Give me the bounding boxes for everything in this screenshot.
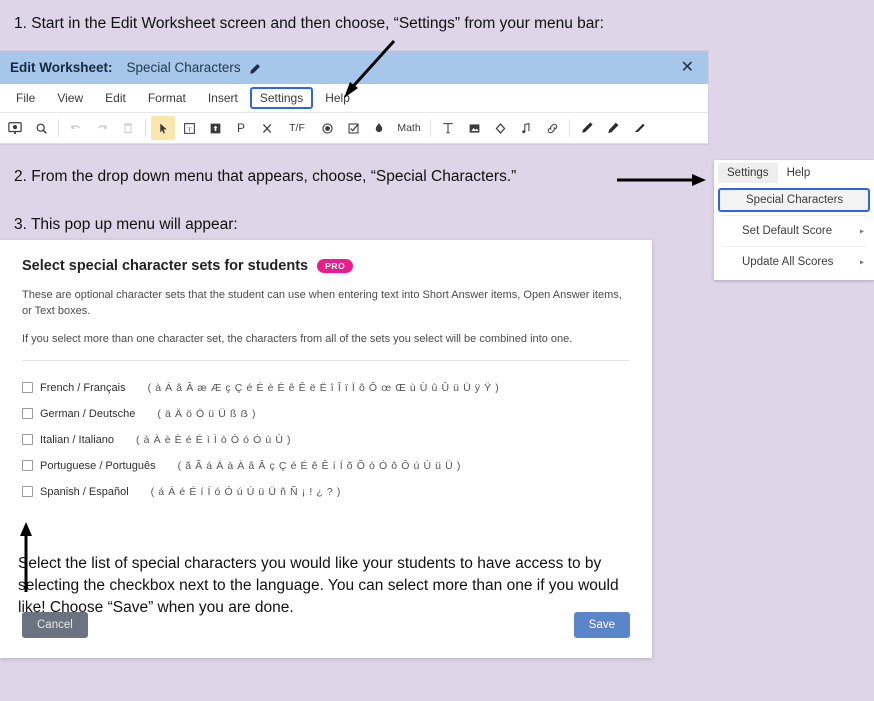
language-row-spanish[interactable]: Spanish / Español ( á Á é É í Í ó Ó ú Ú … (22, 479, 630, 505)
worksheet-name: Special Characters (126, 60, 241, 75)
menu-item-help[interactable]: Help (315, 87, 360, 109)
language-label: French / Français (40, 381, 126, 394)
menu-item-file[interactable]: File (6, 87, 45, 109)
dropdown-tab-help[interactable]: Help (778, 163, 820, 183)
instruction-step-1: 1. Start in the Edit Worksheet screen an… (14, 15, 604, 32)
menu-item-view[interactable]: View (47, 87, 93, 109)
instruction-step-2: 2. From the drop down menu that appears,… (14, 168, 517, 185)
text-tool-icon[interactable] (436, 116, 460, 140)
language-row-french[interactable]: French / Français ( à À â Â æ Æ ç Ç é É … (22, 375, 630, 401)
language-row-italian[interactable]: Italian / Italiano ( à À è È é É ì Ì ò Ò… (22, 427, 630, 453)
checkbox-german[interactable] (22, 408, 33, 420)
toolbar-divider (58, 119, 59, 137)
modal-paragraph-1: These are optional character sets that t… (22, 289, 622, 317)
instruction-step-3: 3. This pop up menu will appear: (14, 216, 238, 233)
pro-badge: PRO (317, 258, 354, 274)
language-row-german[interactable]: German / Deutsche ( ä Ä ö Ö ü Ü ß ẞ ) (22, 401, 630, 427)
dropdown-item-update-all-scores[interactable]: Update All Scores ▸ (714, 250, 874, 274)
chevron-right-icon: ▸ (859, 257, 864, 267)
menu-item-insert[interactable]: Insert (198, 87, 248, 109)
dropdown-tab-settings[interactable]: Settings (718, 162, 778, 183)
screen-present-icon[interactable] (3, 116, 27, 140)
language-label: Portuguese / Português (40, 459, 156, 472)
chevron-right-icon: ▸ (859, 226, 864, 236)
dropdown-item-list: Special Characters Set Default Score ▸ U… (714, 185, 874, 280)
eraser-icon[interactable] (627, 116, 651, 140)
cursor-select-icon[interactable] (151, 116, 175, 140)
picture-icon[interactable] (462, 116, 486, 140)
shape-icon[interactable] (488, 116, 512, 140)
menu-item-edit[interactable]: Edit (95, 87, 136, 109)
menu-item-format[interactable]: Format (138, 87, 196, 109)
text-box-icon[interactable]: T (177, 116, 201, 140)
zoom-search-icon[interactable] (29, 116, 53, 140)
dropdown-item-set-default-score[interactable]: Set Default Score ▸ (714, 219, 874, 243)
dropdown-item-special-characters[interactable]: Special Characters (718, 188, 870, 212)
multiple-choice-icon[interactable] (255, 116, 279, 140)
language-list: French / Français ( à À â Â æ Æ ç Ç é É … (22, 371, 630, 513)
dropdown-item-label: Set Default Score (742, 225, 833, 237)
dropdown-item-label: Update All Scores (742, 256, 834, 268)
toolbar-divider (569, 119, 570, 137)
tutorial-page: 1. Start in the Edit Worksheet screen an… (0, 0, 874, 701)
pen-icon[interactable] (575, 116, 599, 140)
settings-dropdown-menu: Settings Help Special Characters Set Def… (714, 160, 874, 280)
true-false-icon[interactable]: T/F (281, 116, 313, 140)
svg-text:T: T (187, 126, 191, 133)
dropdown-divider (722, 246, 866, 247)
menu-bar: File View Edit Format Insert Settings He… (0, 84, 708, 113)
language-label: Spanish / Español (40, 485, 129, 498)
image-box-icon[interactable] (203, 116, 227, 140)
toolbar-divider (145, 119, 146, 137)
modal-paragraph-2: If you select more than one character se… (22, 332, 573, 345)
window-titlebar: Edit Worksheet: Special Characters ✕ (0, 51, 708, 84)
window-title-label: Edit Worksheet: (10, 60, 113, 75)
modal-title: Select special character sets for studen… (22, 258, 630, 274)
drop-item-icon[interactable] (367, 116, 391, 140)
link-icon[interactable] (540, 116, 564, 140)
checkbox-italian[interactable] (22, 434, 33, 446)
dropdown-item-label: Special Characters (746, 194, 844, 206)
language-characters: ( ã Ã á Á à À â Â ç Ç é É ê Ê í Í õ Õ ó … (177, 459, 461, 472)
radio-button-icon[interactable] (315, 116, 339, 140)
redo-icon[interactable] (90, 116, 114, 140)
language-characters: ( á Á é É í Í ó Ó ú Ú ü Ü ñ Ñ ¡ ! ¿ ? ) (150, 485, 341, 498)
modal-title-text: Select special character sets for studen… (22, 258, 309, 274)
language-label: German / Deutsche (40, 407, 136, 420)
checkbox-portuguese[interactable] (22, 460, 33, 472)
undo-icon[interactable] (64, 116, 88, 140)
trash-icon[interactable] (116, 116, 140, 140)
pencil-icon[interactable] (248, 63, 261, 76)
editor-toolbar: T P T/F Math (0, 113, 708, 144)
menu-item-settings[interactable]: Settings (249, 87, 314, 109)
checkbox-spanish[interactable] (22, 486, 33, 498)
toolbar-divider (430, 119, 431, 137)
edit-worksheet-window: Edit Worksheet: Special Characters ✕ Fil… (0, 51, 708, 144)
language-characters: ( ä Ä ö Ö ü Ü ß ẞ ) (157, 407, 257, 420)
dropdown-menubar: Settings Help (714, 160, 874, 185)
language-characters: ( à À â Â æ Æ ç Ç é É è È ê Ê ë Ë î Î ï … (147, 381, 500, 394)
checkbox-item-icon[interactable] (341, 116, 365, 140)
math-icon[interactable]: Math (393, 116, 425, 140)
audio-icon[interactable] (514, 116, 538, 140)
arrow-to-dropdown (617, 174, 706, 186)
language-characters: ( à À è È é É ì Ì ò Ò ó Ó ù Ù ) (136, 433, 292, 446)
modal-body: Select special character sets for studen… (0, 240, 652, 513)
modal-divider (22, 359, 630, 361)
close-icon[interactable]: ✕ (681, 59, 694, 76)
instruction-bottom-paragraph: Select the list of special characters yo… (18, 555, 619, 616)
dropdown-divider (722, 215, 866, 216)
language-label: Italian / Italiano (40, 433, 114, 446)
language-row-portuguese[interactable]: Portuguese / Português ( ã Ã á Á à À â Â… (22, 453, 630, 479)
marker-icon[interactable] (601, 116, 625, 140)
paragraph-icon[interactable]: P (229, 116, 253, 140)
checkbox-french[interactable] (22, 382, 33, 394)
